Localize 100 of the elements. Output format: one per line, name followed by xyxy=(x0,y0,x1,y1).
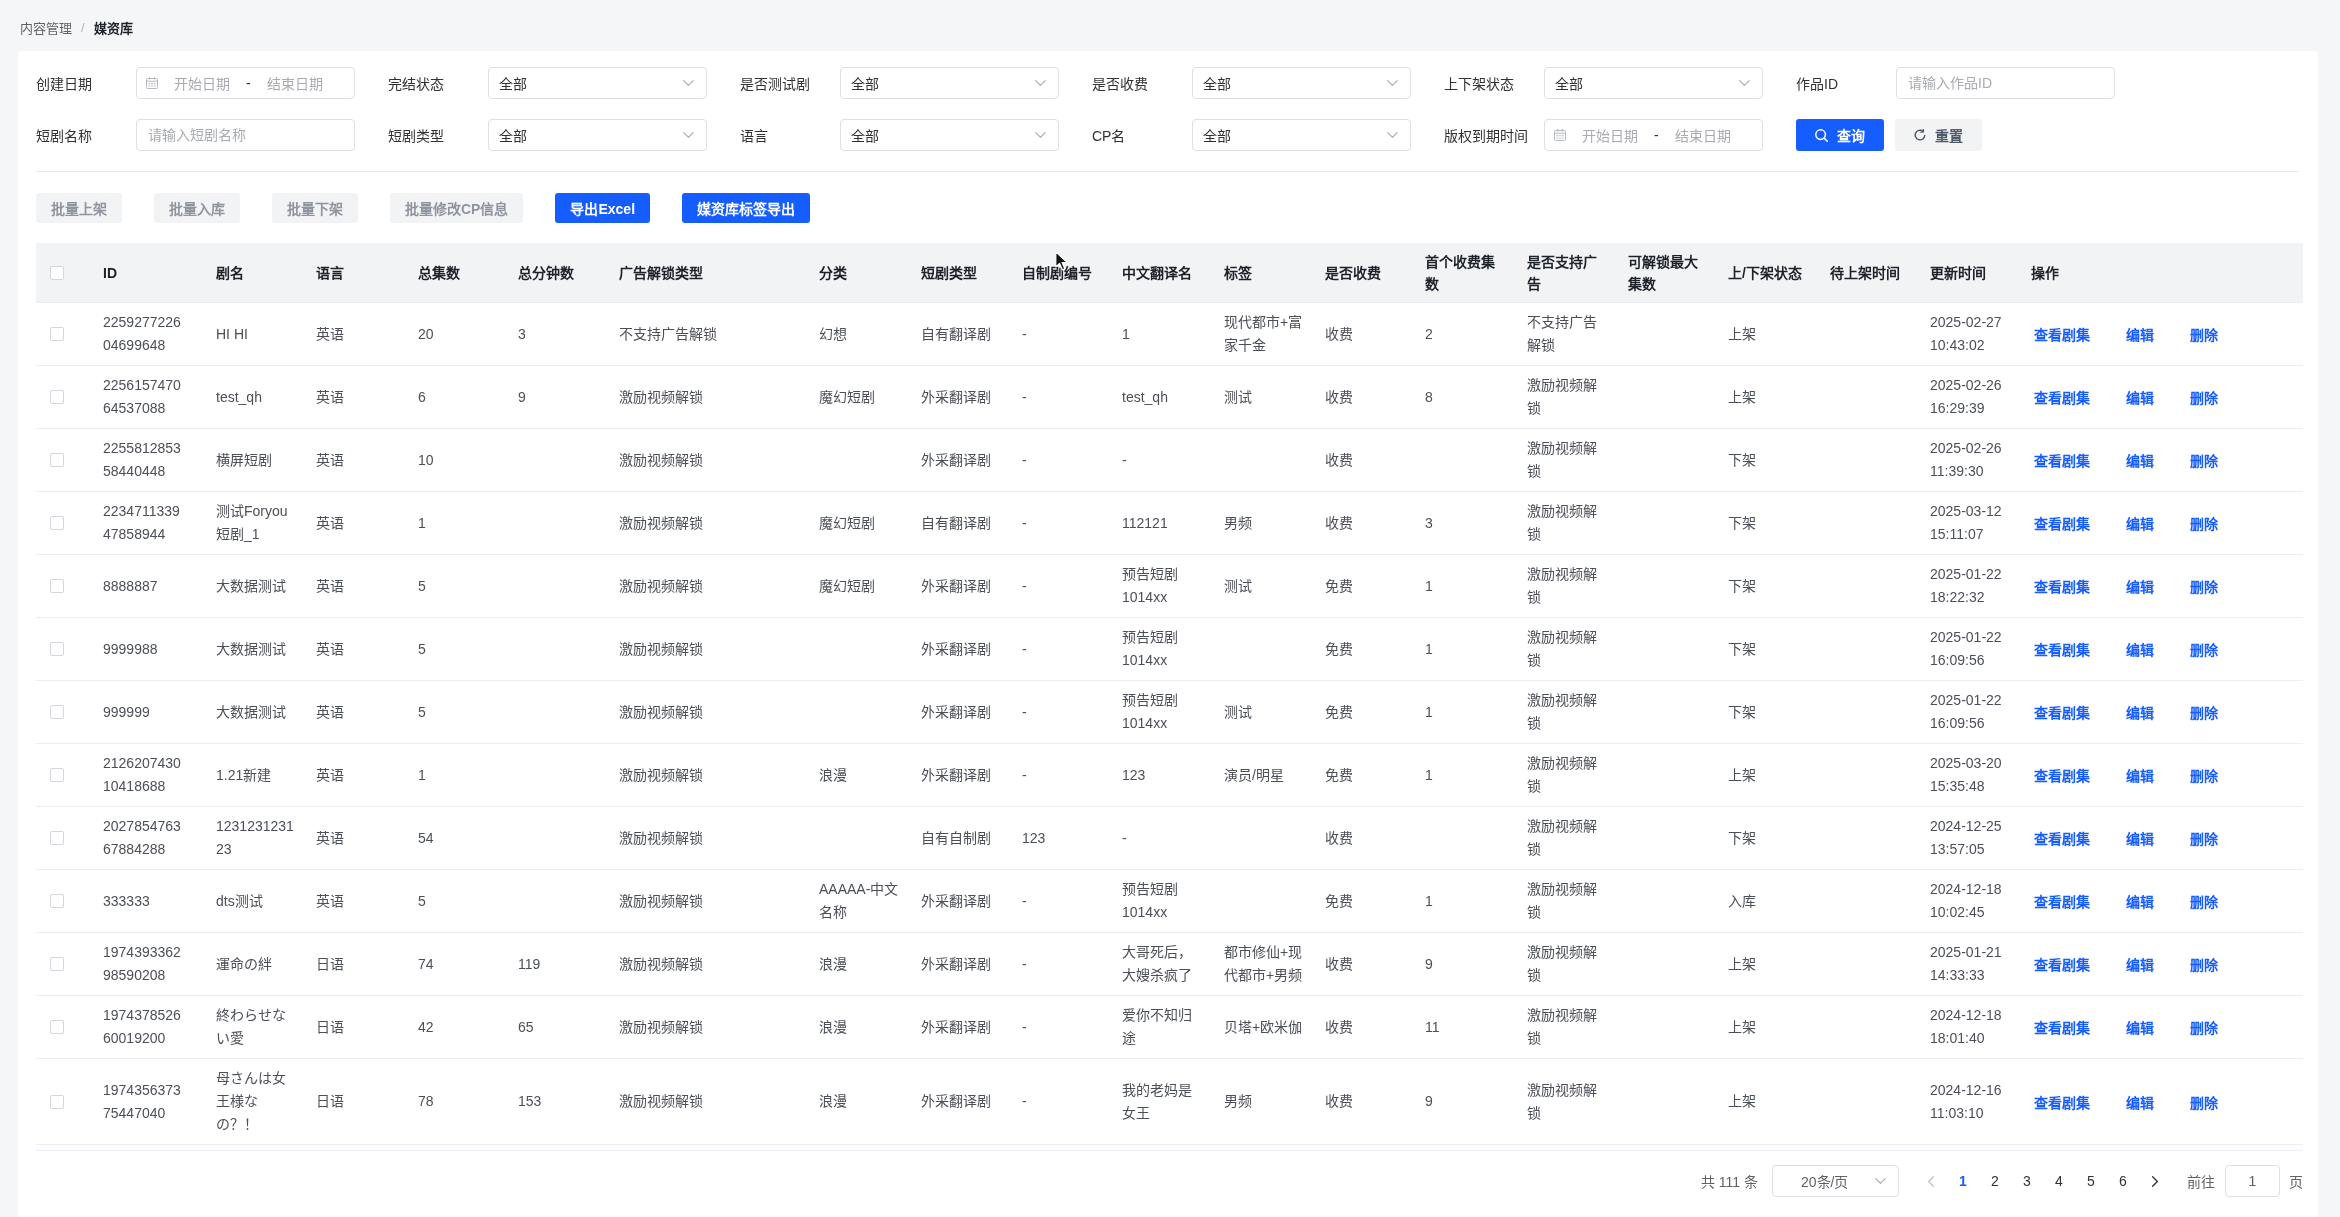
action-link[interactable]: 查看剧集 xyxy=(2034,828,2090,848)
action-link[interactable]: 查看剧集 xyxy=(2034,387,2090,407)
checkbox[interactable] xyxy=(50,1094,64,1109)
checkbox[interactable] xyxy=(50,390,64,404)
page-size-select[interactable]: 20条/页 xyxy=(1772,1165,1899,1197)
action-link[interactable]: 删除 xyxy=(2190,576,2218,596)
action-link[interactable]: 查看剧集 xyxy=(2034,702,2090,722)
action-link[interactable]: 查看剧集 xyxy=(2034,324,2090,344)
table-cell: 大数据测试 xyxy=(216,577,286,594)
action-link[interactable]: 删除 xyxy=(2190,513,2218,533)
action-link[interactable]: 删除 xyxy=(2190,387,2218,407)
action-link[interactable]: 查看剧集 xyxy=(2034,954,2090,974)
table-cell: 外采翻译剧 xyxy=(921,451,991,468)
action-link[interactable]: 查看剧集 xyxy=(2034,891,2090,911)
page-button[interactable]: 4 xyxy=(2043,1165,2075,1197)
action-link[interactable]: 编辑 xyxy=(2126,765,2154,785)
filter-label: 创建日期 xyxy=(36,75,93,93)
checkbox[interactable] xyxy=(50,957,64,971)
action-link[interactable]: 编辑 xyxy=(2126,1017,2154,1037)
toolbar-button[interactable]: 媒资库标签导出 xyxy=(682,193,811,223)
column-header: 待上架时间 xyxy=(1830,264,1900,281)
text-input[interactable]: 请输入作品ID xyxy=(1896,67,2115,99)
checkbox[interactable] xyxy=(50,453,64,467)
table-cell: 2024-12-18 18:01:40 xyxy=(1930,1007,2002,1046)
page-button[interactable]: 5 xyxy=(2075,1165,2107,1197)
chevron-down-icon xyxy=(1387,132,1398,138)
action-link[interactable]: 编辑 xyxy=(2126,387,2154,407)
action-link[interactable]: 查看剧集 xyxy=(2034,1091,2090,1112)
action-link[interactable]: 删除 xyxy=(2190,954,2218,974)
table-cell: 英语 xyxy=(316,388,344,405)
table-cell: 激励视频解锁 xyxy=(619,892,703,909)
action-link[interactable]: 查看剧集 xyxy=(2034,765,2090,785)
select-field[interactable]: 全部 xyxy=(1192,67,1411,99)
page-button[interactable]: 3 xyxy=(2011,1165,2043,1197)
page-jump-input[interactable]: 1 xyxy=(2225,1165,2280,1197)
action-link[interactable]: 查看剧集 xyxy=(2034,1017,2090,1037)
action-link[interactable]: 编辑 xyxy=(2126,513,2154,533)
table-cell: - xyxy=(1022,703,1027,720)
table-cell: 激励视频解锁 xyxy=(619,1018,703,1035)
action-link[interactable]: 编辑 xyxy=(2126,1091,2154,1112)
action-link[interactable]: 编辑 xyxy=(2126,576,2154,596)
action-link[interactable]: 编辑 xyxy=(2126,324,2154,344)
table-cell: 外采翻译剧 xyxy=(921,955,991,972)
table-cell: 外采翻译剧 xyxy=(921,766,991,783)
table-cell: 浪漫 xyxy=(819,955,847,972)
page-button[interactable]: 6 xyxy=(2107,1165,2139,1197)
action-link[interactable]: 编辑 xyxy=(2126,702,2154,722)
action-link[interactable]: 删除 xyxy=(2190,828,2218,848)
action-link[interactable]: 删除 xyxy=(2190,891,2218,911)
action-link[interactable]: 删除 xyxy=(2190,1017,2218,1037)
action-link[interactable]: 删除 xyxy=(2190,765,2218,785)
action-link[interactable]: 编辑 xyxy=(2126,450,2154,470)
action-link[interactable]: 删除 xyxy=(2190,1091,2218,1112)
reset-button[interactable]: 重置 xyxy=(1895,119,1982,151)
action-link[interactable]: 删除 xyxy=(2190,450,2218,470)
table-cell: 1 xyxy=(1425,703,1433,720)
checkbox[interactable] xyxy=(50,1020,64,1034)
action-link[interactable]: 删除 xyxy=(2190,702,2218,722)
action-link[interactable]: 查看剧集 xyxy=(2034,576,2090,596)
action-link[interactable]: 查看剧集 xyxy=(2034,639,2090,659)
action-link[interactable]: 查看剧集 xyxy=(2034,513,2090,533)
select-field[interactable]: 全部 xyxy=(1544,67,1763,99)
page-button[interactable]: 2 xyxy=(1979,1165,2011,1197)
search-button[interactable]: 查询 xyxy=(1796,119,1884,151)
select-field[interactable]: 全部 xyxy=(1192,119,1411,151)
table-cell: 333333 xyxy=(103,892,150,909)
breadcrumb-item[interactable]: 内容管理 xyxy=(20,17,72,37)
checkbox[interactable] xyxy=(50,516,64,530)
checkbox[interactable] xyxy=(50,327,64,341)
checkbox[interactable] xyxy=(50,642,64,656)
checkbox[interactable] xyxy=(50,265,64,280)
select-field[interactable]: 全部 xyxy=(840,67,1059,99)
checkbox[interactable] xyxy=(50,579,64,593)
column-header: ID xyxy=(103,264,117,281)
action-link[interactable]: 编辑 xyxy=(2126,891,2154,911)
action-link[interactable]: 删除 xyxy=(2190,324,2218,344)
checkbox[interactable] xyxy=(50,831,64,845)
action-link[interactable]: 查看剧集 xyxy=(2034,450,2090,470)
action-link[interactable]: 编辑 xyxy=(2126,828,2154,848)
table-cell: 197439336298590208 xyxy=(103,944,181,983)
toolbar-button[interactable]: 导出Excel xyxy=(555,193,651,223)
select-field[interactable]: 全部 xyxy=(488,119,707,151)
date-range-field[interactable]: 开始日期 - 结束日期 xyxy=(136,67,355,99)
table-cell: 225615747064537088 xyxy=(103,377,181,416)
date-range-field[interactable]: 开始日期 - 结束日期 xyxy=(1544,119,1763,151)
chevron-right-icon xyxy=(2152,1175,2158,1187)
action-link[interactable]: 删除 xyxy=(2190,639,2218,659)
table-cell: 197435637375447040 xyxy=(103,1081,181,1121)
table-cell: 外采翻译剧 xyxy=(921,388,991,405)
table-cell: 日语 xyxy=(316,1018,344,1035)
select-field[interactable]: 全部 xyxy=(840,119,1059,151)
action-link[interactable]: 编辑 xyxy=(2126,639,2154,659)
checkbox[interactable] xyxy=(50,768,64,782)
column-header: 上/下架状态 xyxy=(1728,264,1802,281)
action-link[interactable]: 编辑 xyxy=(2126,954,2154,974)
text-input[interactable]: 请输入短剧名称 xyxy=(136,119,355,151)
checkbox[interactable] xyxy=(50,705,64,719)
select-field[interactable]: 全部 xyxy=(488,67,707,99)
checkbox[interactable] xyxy=(50,894,64,908)
page-button[interactable]: 1 xyxy=(1947,1165,1979,1197)
